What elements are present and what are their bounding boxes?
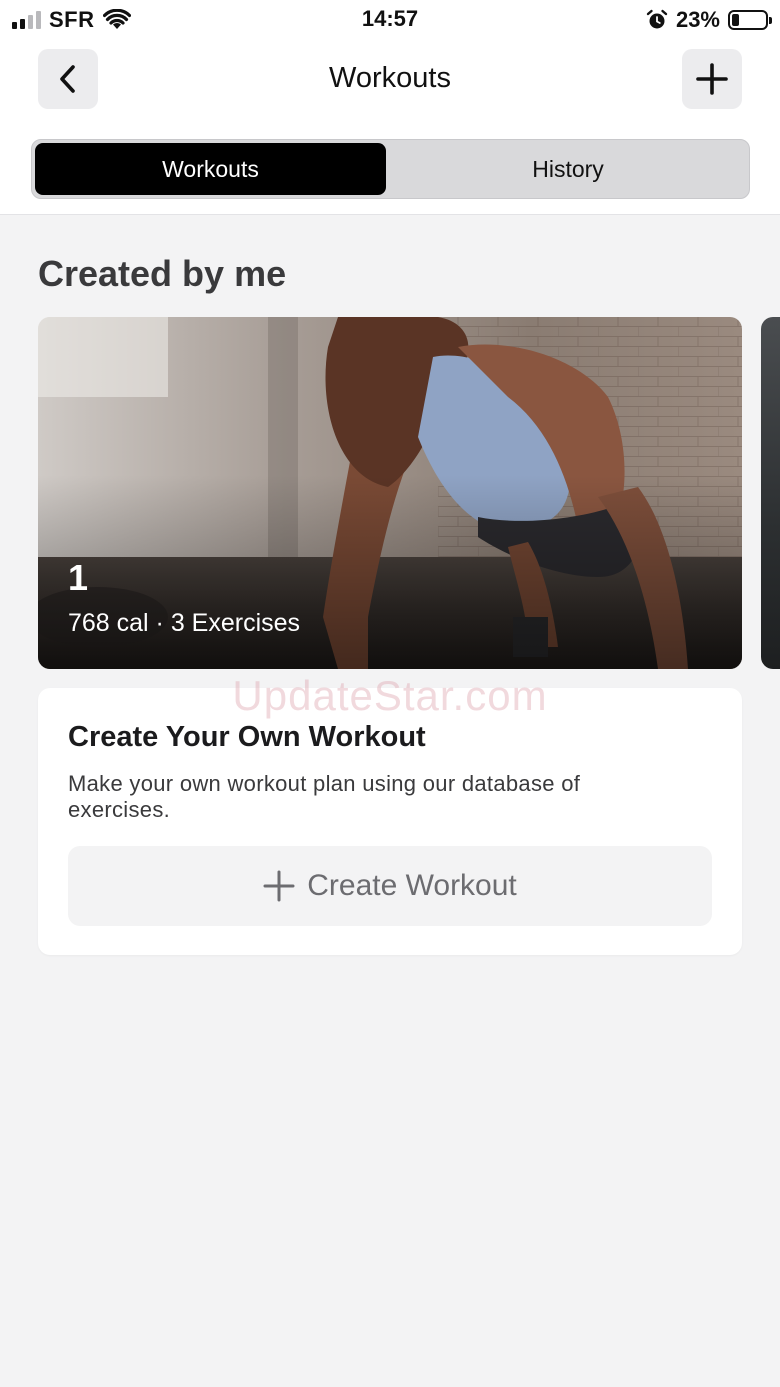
plus-icon bbox=[696, 63, 728, 95]
status-right: 23% bbox=[646, 6, 772, 34]
create-card-title: Create Your Own Workout bbox=[68, 721, 426, 753]
create-workout-card: Create Your Own Workout Make your own wo… bbox=[38, 688, 742, 955]
workouts-screen: SFR 14:57 23% Workouts Workouts History … bbox=[0, 0, 780, 1387]
battery-percent: 23% bbox=[675, 7, 720, 32]
plus-icon bbox=[263, 870, 295, 902]
section-title: Created by me bbox=[38, 253, 287, 294]
workout-meta: 768 cal · 3 Exercises bbox=[68, 609, 301, 637]
tab-history[interactable]: History bbox=[388, 143, 748, 195]
next-workout-card-peek[interactable] bbox=[761, 317, 780, 669]
battery-fill bbox=[732, 14, 739, 26]
add-workout-button[interactable] bbox=[682, 49, 742, 109]
status-bar: SFR 14:57 23% bbox=[0, 0, 780, 40]
workout-name: 1 bbox=[68, 557, 89, 598]
workout-card[interactable]: 1 768 cal · 3 Exercises bbox=[38, 317, 742, 669]
page-title: Workouts bbox=[329, 62, 451, 94]
card-gradient bbox=[38, 475, 742, 669]
create-card-description: Make your own workout plan using our dat… bbox=[68, 771, 581, 822]
alarm-icon bbox=[646, 9, 668, 29]
battery-icon bbox=[728, 10, 772, 30]
create-workout-button[interactable]: Create Workout bbox=[68, 846, 712, 926]
nav-header: Workouts Workouts History bbox=[0, 40, 780, 215]
tab-workouts[interactable]: Workouts bbox=[35, 143, 386, 195]
segmented-control: Workouts History bbox=[31, 139, 750, 199]
create-workout-label: Create Workout bbox=[307, 869, 517, 902]
